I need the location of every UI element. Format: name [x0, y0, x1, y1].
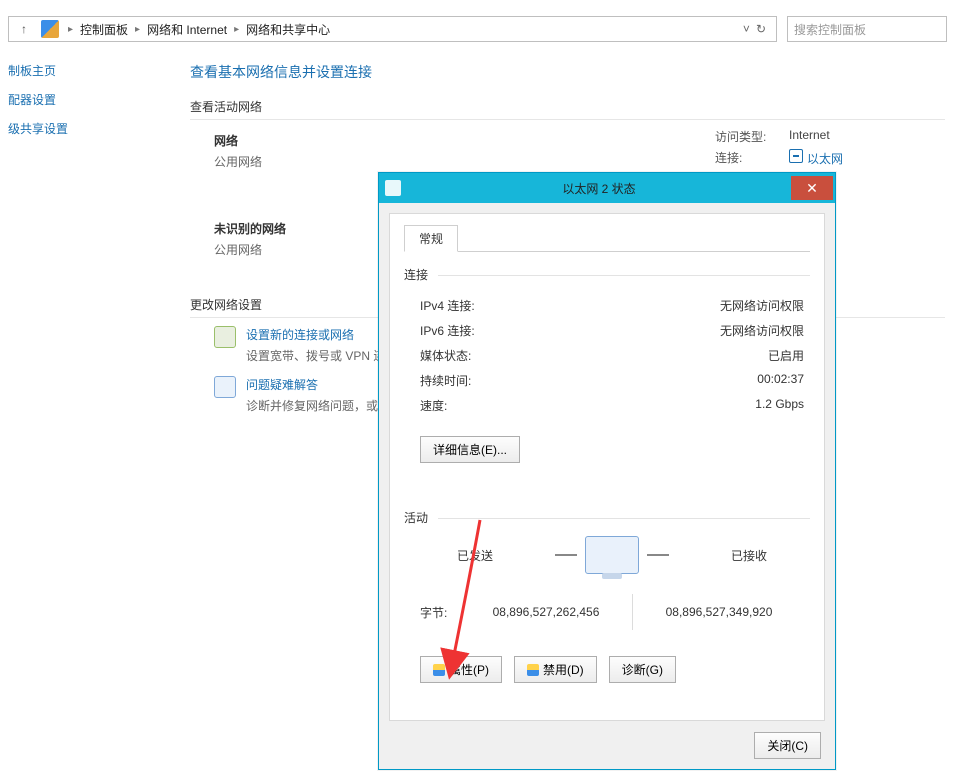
dialog-body: 常规 连接 IPv4 连接: 无网络访问权限 IPv6 连接: 无网络访问权限 媒体…: [389, 213, 825, 721]
tab-strip: 常规: [404, 224, 810, 252]
ethernet-icon: [789, 149, 803, 163]
crumb-control-panel[interactable]: 控制面板: [78, 21, 130, 38]
diagnose-button[interactable]: 诊断(G): [609, 656, 676, 683]
dialog-icon: [385, 180, 401, 196]
ethernet-status-dialog: 以太网 2 状态 ✕ 常规 连接 IPv4 连接: 无网络访问权限 IPv6 连接…: [378, 172, 836, 770]
crumb-network-internet[interactable]: 网络和 Internet: [145, 21, 229, 38]
close-dialog-button[interactable]: 关闭(C): [754, 732, 821, 759]
duration-value: 00:02:37: [757, 372, 804, 389]
crumb-sep: ▸: [132, 24, 143, 35]
shield-icon: [527, 664, 539, 676]
separator: [632, 594, 633, 630]
access-type-label: 访问类型:: [715, 128, 775, 145]
dropdown-icon[interactable]: ˅: [743, 22, 750, 36]
dialog-title: 以太网 2 状态: [407, 180, 791, 197]
setup-icon: [214, 326, 236, 348]
crumb-sharing-center[interactable]: 网络和共享中心: [244, 21, 332, 38]
sidebar-item-home[interactable]: 制板主页: [8, 56, 168, 85]
media-value: 已启用: [768, 347, 804, 364]
sent-bytes: 08,896,527,262,456: [461, 605, 631, 619]
sent-label: 已发送: [420, 547, 530, 564]
sidebar-item-adapter[interactable]: 配器设置: [8, 85, 168, 114]
control-panel-icon: [41, 20, 59, 38]
connection-label: 连接:: [715, 149, 775, 167]
shield-icon: [433, 664, 445, 676]
activity-icon: [555, 536, 669, 574]
task-title: 设置新的连接或网络: [246, 326, 385, 343]
media-label: 媒体状态:: [420, 347, 471, 364]
troubleshoot-icon: [214, 376, 236, 398]
sidebar-item-sharing[interactable]: 级共享设置: [8, 114, 168, 143]
task-title: 问题疑难解答: [246, 376, 390, 393]
refresh-icon[interactable]: ↻: [756, 22, 766, 36]
group-active-networks: 查看活动网络: [190, 92, 945, 120]
sidebar: 制板主页 配器设置 级共享设置: [8, 56, 168, 143]
crumb-sep: ▸: [65, 24, 76, 35]
section-connection: 连接: [404, 266, 810, 283]
speed-value: 1.2 Gbps: [755, 397, 804, 414]
dialog-titlebar[interactable]: 以太网 2 状态 ✕: [379, 173, 835, 203]
recv-bytes: 08,896,527,349,920: [634, 605, 804, 619]
details-button[interactable]: 详细信息(E)...: [420, 436, 520, 463]
search-placeholder: 搜索控制面板: [794, 21, 866, 38]
access-type-value: Internet: [789, 128, 830, 145]
tab-general[interactable]: 常规: [404, 225, 458, 252]
search-input[interactable]: 搜索控制面板: [787, 16, 947, 42]
recv-label: 已接收: [694, 547, 804, 564]
properties-button[interactable]: 属性(P): [420, 656, 502, 683]
section-activity: 活动: [404, 509, 810, 526]
crumb-sep: ▸: [231, 24, 242, 35]
page-title: 查看基本网络信息并设置连接: [190, 56, 945, 92]
computer-icon: [585, 536, 639, 574]
ipv4-value: 无网络访问权限: [720, 297, 804, 314]
ipv6-value: 无网络访问权限: [720, 322, 804, 339]
task-desc: 诊断并修复网络问题，或者: [246, 393, 390, 414]
speed-label: 速度:: [420, 397, 447, 414]
connection-link[interactable]: 以太网: [789, 149, 843, 167]
ipv4-label: IPv4 连接:: [420, 297, 475, 314]
address-bar[interactable]: ↑ ▸ 控制面板 ▸ 网络和 Internet ▸ 网络和共享中心 ˅ ↻: [8, 16, 777, 42]
up-icon[interactable]: ↑: [13, 22, 35, 36]
task-desc: 设置宽带、拨号或 VPN 连: [246, 343, 385, 364]
close-button[interactable]: ✕: [791, 176, 833, 200]
duration-label: 持续时间:: [420, 372, 471, 389]
disable-button[interactable]: 禁用(D): [514, 656, 597, 683]
bytes-label: 字节:: [420, 604, 460, 621]
ipv6-label: IPv6 连接:: [420, 322, 475, 339]
network-access-info: 访问类型: Internet 连接: 以太网: [715, 126, 843, 169]
